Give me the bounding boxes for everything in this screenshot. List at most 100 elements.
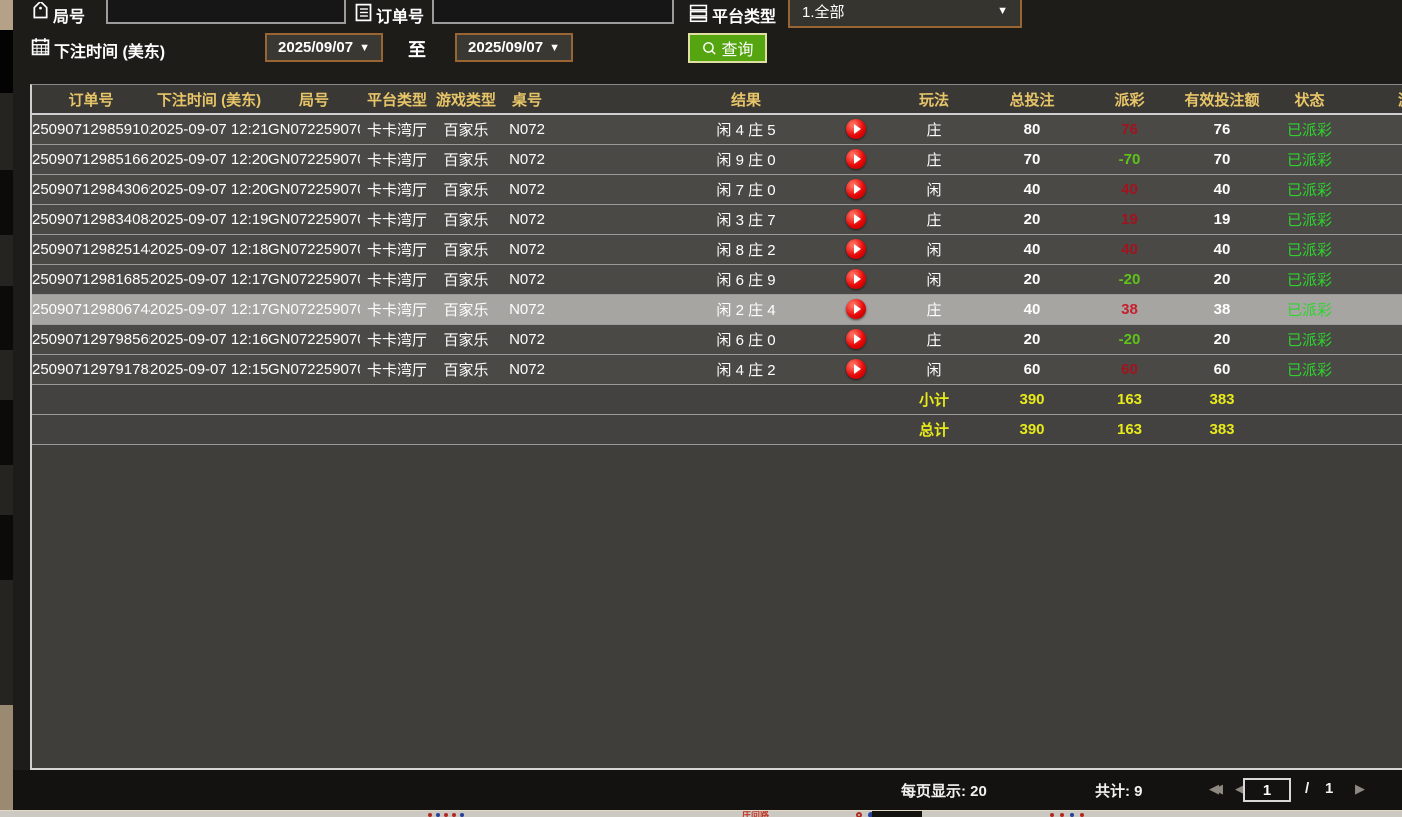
valid-bet-cell: 20 — [1177, 324, 1267, 354]
bet-record-row[interactable]: 250907129825144 2025-09-07 12:18:32 GN07… — [32, 234, 1402, 264]
play-replay-icon[interactable] — [846, 179, 866, 199]
roadmap-dot — [452, 813, 456, 817]
platform-cell: 卡卡湾厅 — [360, 294, 434, 324]
game-type-cell: 百家乐 — [434, 234, 498, 264]
play-type-cell: 庄 — [886, 294, 982, 324]
column-header-order: 订单号 — [32, 85, 150, 114]
roadmap-dot — [428, 813, 432, 817]
next-page-icon[interactable]: ▶ — [1355, 781, 1365, 797]
table-number-cell: N072 — [498, 354, 556, 384]
round-number-cell: GN072259070SU — [268, 174, 360, 204]
bet-record-row[interactable]: 250907129798565 2025-09-07 12:16:17 GN07… — [32, 324, 1402, 354]
bet-record-row[interactable]: 250907129843069 2025-09-07 12:20:00 GN07… — [32, 174, 1402, 204]
payout-cell: 19 — [1082, 204, 1177, 234]
column-header-valid-bet: 有效投注额 — [1177, 85, 1267, 114]
subtotal-row: 小计 390 163 383 — [32, 384, 1402, 414]
background-blob — [872, 811, 922, 817]
column-header-game-type: 游戏类型 — [434, 85, 498, 114]
roadmap-dot — [1050, 813, 1054, 817]
status-cell: 已派彩 — [1267, 204, 1352, 234]
bet-table-body: 250907129859102 2025-09-07 12:21:24 GN07… — [32, 114, 1402, 384]
background-fragment — [0, 0, 13, 30]
payout-cell: -20 — [1082, 324, 1177, 354]
play-type-cell: 庄 — [886, 204, 982, 234]
replay-cell — [826, 294, 886, 324]
platform-cell: 卡卡湾厅 — [360, 144, 434, 174]
first-page-icon[interactable]: ◀◀ — [1209, 781, 1217, 797]
play-triangle — [854, 244, 861, 254]
replay-cell — [826, 264, 886, 294]
table-number-cell: N072 — [498, 144, 556, 174]
play-replay-icon[interactable] — [846, 119, 866, 139]
game-mode-cell: - — [1352, 324, 1402, 354]
bet-record-row[interactable]: 250907129806744 2025-09-07 12:17:00 GN07… — [32, 294, 1402, 324]
order-number-cell: 250907129798565 — [32, 324, 150, 354]
total-bet-cell: 20 — [982, 264, 1082, 294]
bet-record-row[interactable]: 250907129859102 2025-09-07 12:21:24 GN07… — [32, 114, 1402, 144]
page-number-input[interactable] — [1243, 778, 1291, 802]
payout-cell: -70 — [1082, 144, 1177, 174]
date-from-select[interactable]: 2025/09/07 ▼ — [265, 33, 383, 62]
total-bet-cell: 60 — [982, 354, 1082, 384]
column-header-bet-time: 下注时间 (美东) — [150, 85, 268, 114]
column-header-result: 结果 — [556, 85, 826, 114]
payout-cell: 40 — [1082, 234, 1177, 264]
bet-time-cell: 2025-09-07 12:16:17 — [150, 324, 268, 354]
background-fragment — [0, 170, 13, 235]
order-number-input[interactable] — [432, 0, 674, 24]
valid-bet-cell: 38 — [1177, 294, 1267, 324]
bet-record-row[interactable]: 250907129791783 2025-09-07 12:15:41 GN07… — [32, 354, 1402, 384]
play-replay-icon[interactable] — [846, 149, 866, 169]
play-replay-icon[interactable] — [846, 269, 866, 289]
date-to-select[interactable]: 2025/09/07 ▼ — [455, 33, 573, 62]
total-pages-label: 1 — [1325, 780, 1333, 797]
bet-time-cell: 2025-09-07 12:20:46 — [150, 144, 268, 174]
play-replay-icon[interactable] — [846, 209, 866, 229]
game-type-cell: 百家乐 — [434, 294, 498, 324]
round-number-cell: GN072259070SW — [268, 114, 360, 144]
total-bet-cell: 80 — [982, 114, 1082, 144]
date-to-value: 2025/09/07 — [468, 39, 543, 56]
play-type-cell: 闲 — [886, 234, 982, 264]
play-replay-icon[interactable] — [846, 359, 866, 379]
bet-time-cell: 2025-09-07 12:17:50 — [150, 264, 268, 294]
table-number-cell: N072 — [498, 114, 556, 144]
order-number-cell: 250907129816853 — [32, 264, 150, 294]
play-replay-icon[interactable] — [846, 299, 866, 319]
game-mode-cell: - — [1352, 294, 1402, 324]
pagination-bar: 每页显示: 20 共计: 9 ◀◀ ◀ / 1 ▶ — [13, 770, 1402, 810]
platform-filter-label: 平台类型 — [712, 3, 776, 27]
result-cell: 闲 6 庄 9 — [556, 264, 826, 294]
column-header-total-bet: 总投注 — [982, 85, 1082, 114]
play-replay-icon[interactable] — [846, 239, 866, 259]
total-label: 总计 — [886, 414, 982, 444]
valid-bet-cell: 60 — [1177, 354, 1267, 384]
total-bet-cell: 70 — [982, 144, 1082, 174]
payout-cell: 76 — [1082, 114, 1177, 144]
platform-select[interactable]: 1.全部 ▼ — [788, 0, 1022, 28]
game-type-cell: 百家乐 — [434, 174, 498, 204]
valid-bet-cell: 40 — [1177, 174, 1267, 204]
query-button[interactable]: 查询 — [688, 33, 767, 63]
platform-cell: 卡卡湾厅 — [360, 174, 434, 204]
play-type-cell: 庄 — [886, 114, 982, 144]
game-type-cell: 百家乐 — [434, 114, 498, 144]
play-replay-icon[interactable] — [846, 329, 866, 349]
total-bet-cell: 20 — [982, 204, 1082, 234]
round-number-input[interactable] — [106, 0, 346, 24]
platform-cell: 卡卡湾厅 — [360, 324, 434, 354]
bet-record-row[interactable]: 250907129851661 2025-09-07 12:20:46 GN07… — [32, 144, 1402, 174]
bet-record-row[interactable]: 250907129816853 2025-09-07 12:17:50 GN07… — [32, 264, 1402, 294]
game-mode-cell: - — [1352, 354, 1402, 384]
background-fragment — [0, 400, 13, 465]
date-range-to-label: 至 — [408, 36, 426, 62]
result-cell: 闲 3 庄 7 — [556, 204, 826, 234]
grand-total-row: 总计 390 163 383 — [32, 414, 1402, 444]
platform-cell: 卡卡湾厅 — [360, 354, 434, 384]
roadmap-dot — [1080, 813, 1084, 817]
total-bet-cell: 40 — [982, 294, 1082, 324]
subtotal-label: 小计 — [886, 384, 982, 414]
bet-record-row[interactable]: 250907129834084 2025-09-07 12:19:16 GN07… — [32, 204, 1402, 234]
replay-cell — [826, 234, 886, 264]
order-number-cell: 250907129791783 — [32, 354, 150, 384]
